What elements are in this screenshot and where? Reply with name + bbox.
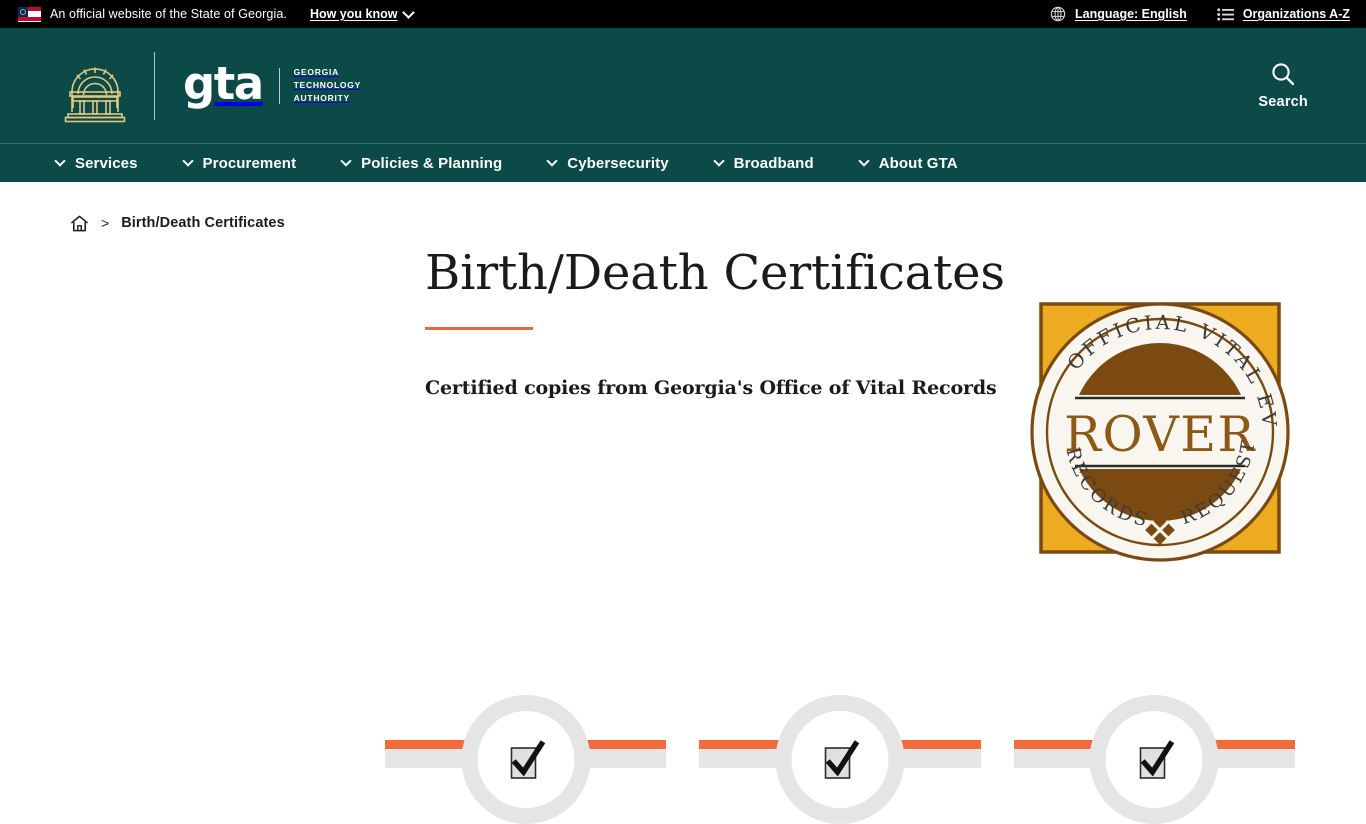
- chevron-down-icon: [858, 155, 870, 167]
- search-button[interactable]: Search: [1258, 61, 1330, 110]
- wordmark-divider: [278, 67, 280, 104]
- agency-name: GEORGIA TECHNOLOGY AUTHORITY: [293, 66, 362, 104]
- government-notice-bar: An official website of the State of Geor…: [0, 0, 1366, 28]
- nav-item-policies-planning[interactable]: Policies & Planning: [340, 154, 503, 172]
- card-badge: [461, 695, 591, 824]
- how-you-know-label: How you know: [309, 7, 398, 21]
- chevron-down-icon: [712, 155, 725, 167]
- card-badge-inner: [477, 711, 575, 808]
- nav-label: Cybersecurity: [567, 154, 669, 172]
- rover-seal-icon: ROVER OFFICIAL VITAL EVENT RECORDS REQUE…: [1029, 292, 1291, 564]
- nav-item-broadband[interactable]: Broadband: [712, 154, 814, 172]
- svg-text:ROVER: ROVER: [1064, 406, 1256, 463]
- home-icon[interactable]: [70, 214, 89, 233]
- chevron-down-icon: [546, 155, 558, 167]
- card-badge: [1089, 695, 1219, 824]
- organizations-label: Organizations A-Z: [1242, 7, 1350, 21]
- checkmark-icon: [825, 739, 860, 779]
- gta-wordmark: gta: [183, 57, 264, 110]
- gov-notice-group: An official website of the State of Geor…: [18, 5, 416, 22]
- gov-bar-links: Language: English Organizations A-Z: [1050, 6, 1350, 22]
- info-cards-row: [385, 695, 1295, 824]
- nav-label: Policies & Planning: [361, 154, 503, 172]
- chevron-down-icon: [181, 155, 194, 167]
- info-card[interactable]: [1013, 695, 1295, 824]
- info-card[interactable]: [699, 695, 981, 824]
- info-card[interactable]: [385, 695, 667, 824]
- georgia-arch-emblem-icon: [64, 67, 126, 122]
- list-icon: [1217, 7, 1234, 21]
- nav-label: Procurement: [202, 154, 297, 172]
- rover-seal-graphic: ROVER OFFICIAL VITAL EVENT RECORDS REQUE…: [1029, 292, 1290, 562]
- card-badge: [775, 695, 905, 824]
- nav-label: About GTA: [878, 154, 958, 172]
- chevron-down-icon: [402, 5, 416, 19]
- language-label: Language: English: [1075, 7, 1187, 21]
- chevron-down-icon: [340, 155, 352, 167]
- breadcrumb: > Birth/Death Certificates: [0, 182, 1366, 238]
- chevron-down-icon: [54, 155, 66, 167]
- nav-item-services[interactable]: Services: [54, 154, 138, 172]
- checkmark-icon: [510, 739, 546, 779]
- nav-item-procurement[interactable]: Procurement: [181, 154, 297, 172]
- card-badge-inner: [1105, 711, 1203, 808]
- nav-label: Services: [75, 154, 138, 172]
- nav-item-cybersecurity[interactable]: Cybersecurity: [546, 154, 669, 172]
- main-navigation: Services Procurement Policies & Planning…: [0, 143, 1366, 182]
- gta-logo-link[interactable]: gta GEORGIA TECHNOLOGY AUTHORITY: [64, 48, 361, 124]
- breadcrumb-current-page: Birth/Death Certificates: [121, 215, 285, 231]
- globe-icon: [1050, 6, 1066, 22]
- georgia-state-flag-icon: [18, 6, 41, 22]
- breadcrumb-separator: >: [101, 215, 110, 231]
- checkmark-icon: [1139, 739, 1175, 779]
- brand-divider: [154, 51, 155, 120]
- search-icon: [1272, 63, 1295, 86]
- how-you-know-toggle[interactable]: How you know: [309, 5, 416, 21]
- nav-label: Broadband: [733, 154, 814, 172]
- site-masthead: gta GEORGIA TECHNOLOGY AUTHORITY Search: [0, 28, 1366, 143]
- nav-item-about-gta[interactable]: About GTA: [858, 154, 958, 172]
- gov-notice-text: An official website of the State of Geor…: [50, 7, 287, 21]
- card-badge-inner: [791, 711, 889, 808]
- language-selector[interactable]: Language: English: [1050, 6, 1187, 22]
- title-accent-rule: [425, 326, 533, 330]
- search-label: Search: [1258, 94, 1308, 110]
- organizations-a-z-link[interactable]: Organizations A-Z: [1217, 7, 1350, 21]
